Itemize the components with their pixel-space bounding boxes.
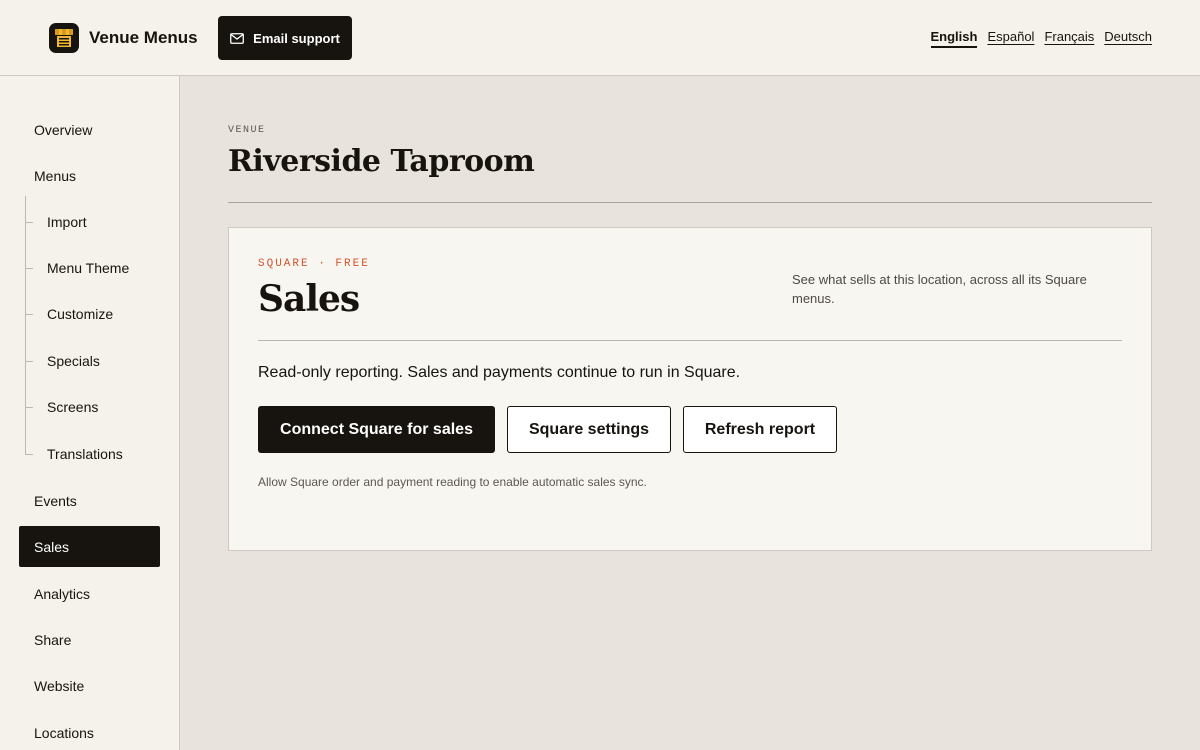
- sidebar-subitem-specials[interactable]: Specials: [25, 343, 160, 379]
- email-support-label: Email support: [253, 30, 340, 46]
- top-bar: Venue Menus Email support English Españo…: [0, 0, 1200, 76]
- card-hint: Allow Square order and payment reading t…: [258, 475, 647, 489]
- sidebar-subitem-customize[interactable]: Customize: [25, 296, 160, 332]
- sidebar: Overview Menus Import Menu Theme Customi…: [0, 76, 180, 750]
- sidebar-item-share[interactable]: Share: [19, 619, 160, 660]
- language-switcher: English Español Français Deutsch: [930, 29, 1152, 48]
- sidebar-subitem-translations[interactable]: Translations: [25, 436, 160, 472]
- card-note: Read-only reporting. Sales and payments …: [258, 364, 741, 381]
- sidebar-subitem-import[interactable]: Import: [25, 204, 160, 240]
- sales-card: SQUARE · FREE Sales See what sells at th…: [228, 227, 1152, 551]
- refresh-report-button[interactable]: Refresh report: [683, 406, 837, 453]
- square-settings-button[interactable]: Square settings: [507, 406, 671, 453]
- sidebar-subitem-label: Screens: [47, 399, 99, 415]
- language-french[interactable]: Français: [1044, 29, 1094, 48]
- page-title: Riverside Taproom: [228, 144, 535, 179]
- sidebar-subitem-label: Import: [47, 214, 87, 230]
- sidebar-subitem-label: Customize: [47, 306, 114, 322]
- sidebar-item-menus[interactable]: Menus: [19, 155, 160, 196]
- connect-square-button[interactable]: Connect Square for sales: [258, 406, 495, 453]
- sidebar-item-sales[interactable]: Sales: [19, 526, 160, 567]
- sidebar-subitem-label: Translations: [47, 446, 123, 462]
- title-divider: [228, 202, 1152, 203]
- mail-icon: [230, 32, 245, 44]
- sidebar-subitem-label: Specials: [47, 353, 100, 369]
- sidebar-item-events[interactable]: Events: [19, 480, 160, 521]
- brand[interactable]: Venue Menus: [49, 22, 198, 54]
- card-eyebrow: SQUARE · FREE: [258, 258, 370, 270]
- sidebar-item-locations[interactable]: Locations: [19, 712, 160, 750]
- language-english[interactable]: English: [930, 29, 978, 48]
- sidebar-item-website[interactable]: Website: [19, 665, 160, 706]
- language-german[interactable]: Deutsch: [1104, 29, 1152, 48]
- sidebar-item-overview[interactable]: Overview: [19, 109, 160, 150]
- card-title: Sales: [258, 278, 360, 320]
- sidebar-subitem-screens[interactable]: Screens: [25, 389, 160, 425]
- card-divider: [258, 340, 1122, 341]
- email-support-button[interactable]: Email support: [218, 16, 352, 60]
- card-description: See what sells at this location, across …: [792, 272, 1087, 306]
- brand-name: Venue Menus: [89, 28, 198, 47]
- sidebar-item-analytics[interactable]: Analytics: [19, 573, 160, 614]
- sidebar-subitem-menu-theme[interactable]: Menu Theme: [25, 250, 160, 286]
- venue-eyebrow: VENUE: [228, 125, 266, 136]
- language-spanish[interactable]: Español: [987, 29, 1034, 48]
- sidebar-subitem-label: Menu Theme: [47, 260, 130, 276]
- storefront-menu-icon: [49, 23, 79, 53]
